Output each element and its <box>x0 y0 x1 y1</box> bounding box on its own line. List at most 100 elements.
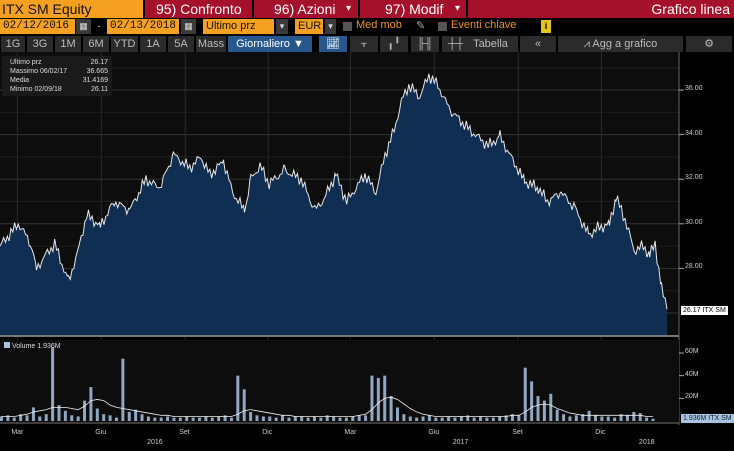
volume-bar <box>638 413 642 421</box>
calendar-icon[interactable]: ▦ <box>76 19 91 34</box>
legend-row: Media 31.4169 <box>10 76 112 85</box>
table-button[interactable]: Tabella <box>463 36 518 52</box>
volume-bar <box>319 417 323 421</box>
volume-bar <box>38 416 42 421</box>
volume-bar <box>249 411 253 421</box>
ohlc-icon[interactable]: ╟╢ <box>411 36 439 52</box>
legend-value: 26.11 <box>91 86 108 93</box>
volume-bar <box>0 416 3 421</box>
period-3g[interactable]: 3G <box>27 36 53 52</box>
price-volume-chart[interactable] <box>0 52 734 451</box>
volume-bar <box>146 416 150 421</box>
volume-bar <box>191 417 195 421</box>
add-to-chart-label: Agg a grafico <box>592 38 658 50</box>
volume-bar <box>402 414 406 421</box>
volume-bar <box>281 415 285 421</box>
collapse-button[interactable]: « <box>520 36 556 52</box>
volume-bar <box>63 410 67 421</box>
info-icon[interactable]: i <box>541 20 551 33</box>
year-label: 2018 <box>638 439 655 446</box>
year-label: 2017 <box>452 439 469 446</box>
period-1g[interactable]: 1G <box>1 36 25 52</box>
actions-dropdown-icon[interactable]: ▾ <box>346 0 351 18</box>
period-1m[interactable]: 1M <box>55 36 81 52</box>
modify-dropdown-icon[interactable]: ▾ <box>455 0 460 18</box>
actions-button[interactable]: 96) Azioni <box>274 0 335 18</box>
volume-bar <box>114 417 118 421</box>
volume-bar <box>332 416 336 421</box>
period-1a[interactable]: 1A <box>140 36 166 52</box>
chevron-down-icon[interactable]: ▾ <box>276 19 288 34</box>
volume-bar <box>140 414 144 421</box>
period-6m[interactable]: 6M <box>83 36 109 52</box>
volume-bar <box>498 416 502 421</box>
volume-bar <box>479 416 483 421</box>
period-ytd[interactable]: YTD <box>111 36 138 52</box>
volume-bar <box>204 416 208 421</box>
start-date-input[interactable]: 02/12/2016 <box>0 19 75 34</box>
volume-bar <box>491 417 495 421</box>
volume-bar <box>300 416 304 421</box>
legend-value: 26.17 <box>90 59 108 66</box>
candlestick-icon[interactable]: ⫟ <box>350 36 378 52</box>
volume-bar <box>70 415 74 421</box>
compare-button[interactable]: 95) Confronto <box>156 0 242 18</box>
calendar-icon[interactable]: ▦ <box>181 19 196 34</box>
chevron-down-icon[interactable]: ▾ <box>325 19 336 34</box>
volume-bar <box>472 417 476 421</box>
volume-bar <box>344 417 348 421</box>
last-price-tag: 26.17 ITX SM <box>681 306 728 315</box>
x-tick-label: Set <box>512 429 523 436</box>
x-tick-label: Set <box>179 429 190 436</box>
volume-bar <box>555 409 559 421</box>
volume-bar <box>613 417 617 421</box>
volume-bar <box>447 416 451 421</box>
volume-bar <box>427 415 431 421</box>
volume-bar <box>172 417 176 421</box>
key-events-label: Eventi chiave <box>451 19 517 31</box>
settings-icon[interactable]: ⚙ <box>686 36 732 52</box>
frequency-select[interactable]: Giornaliero ▼ <box>228 36 312 52</box>
key-events-checkbox[interactable] <box>438 22 447 31</box>
volume-bar <box>127 411 131 421</box>
ticker-field[interactable]: ITX SM Equity <box>0 0 143 18</box>
currency-select[interactable]: EUR <box>295 19 323 34</box>
volume-bar <box>95 408 99 421</box>
volume-bar <box>651 418 655 421</box>
x-tick-label: Dic <box>262 429 273 436</box>
volume-bar <box>268 416 272 421</box>
volume-bar <box>210 417 214 421</box>
volume-bar <box>594 415 598 421</box>
legend-label: Ultimo prz <box>10 59 42 66</box>
y-tick-label: 30.00 <box>685 218 703 226</box>
modify-button[interactable]: 97) Modif <box>385 0 443 18</box>
volume-bar <box>312 416 316 421</box>
volume-bar <box>261 416 265 421</box>
volume-bar <box>645 417 649 421</box>
volume-bar <box>517 415 521 421</box>
volume-bar <box>574 415 578 421</box>
volume-bar <box>351 416 355 421</box>
field-select[interactable]: Ultimo prz <box>203 19 274 34</box>
legend-value: 36.665 <box>86 68 108 75</box>
legend-label: Minimo 02/09/18 <box>10 86 62 93</box>
moving-avg-checkbox[interactable] <box>343 22 352 31</box>
volume-bar <box>242 389 246 421</box>
volume-bar <box>178 417 182 421</box>
volume-bar <box>632 411 636 421</box>
line-chart-icon[interactable]: 📈︎ <box>319 36 347 52</box>
legend-label: Media <box>10 77 30 84</box>
pencil-icon[interactable]: ✎ <box>416 19 425 32</box>
add-to-chart-button[interactable]: ⩘ Agg a grafico <box>558 36 683 52</box>
x-tick-label: Giu <box>95 429 107 436</box>
legend-row: Massimo 06/02/17 36.665 <box>10 67 112 76</box>
volume-bar <box>166 416 170 421</box>
bar-chart-icon[interactable]: ╻╹ <box>380 36 408 52</box>
period-5a[interactable]: 5A <box>168 36 194 52</box>
end-date-input[interactable]: 02/13/2018 <box>107 19 179 34</box>
volume-bar <box>89 387 93 421</box>
volume-bar <box>185 416 189 421</box>
volume-bar <box>523 367 527 421</box>
period-mass[interactable]: Mass <box>196 36 226 52</box>
volume-tick-label: 60M <box>685 348 699 355</box>
